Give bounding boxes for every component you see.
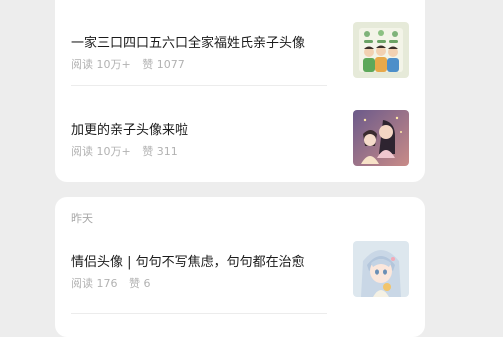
- article-title: 一家三口四口五六口全家福姓氏亲子头像: [71, 36, 306, 51]
- read-count: 阅读 10万+: [71, 58, 131, 71]
- article-item[interactable]: 加更的亲子头像来啦 阅读 10万+ 赞 311: [55, 93, 425, 166]
- like-count: 赞 1077: [142, 58, 185, 71]
- article-item[interactable]: 一家三口四口五六口全家福姓氏亲子头像 阅读 10万+ 赞 1077: [55, 6, 425, 86]
- article-divider: [71, 85, 327, 86]
- article-thumbnail[interactable]: [353, 110, 409, 166]
- like-count: 赞 311: [142, 145, 178, 158]
- article-title: 加更的亲子头像来啦: [71, 123, 189, 138]
- article-thumbnail[interactable]: [353, 22, 409, 78]
- mother-child-image: [353, 110, 409, 166]
- article-stats: 阅读 176 赞 6: [71, 275, 151, 291]
- article-title: 情侣头像 | 句句不写焦虑，句句都在治愈: [71, 255, 305, 270]
- family-cartoon-image: [353, 22, 409, 78]
- date-section-label: 昨天: [71, 212, 93, 225]
- article-thumbnail[interactable]: [353, 241, 409, 297]
- article-stats: 阅读 10万+ 赞 1077: [71, 56, 185, 72]
- read-count: 阅读 10万+: [71, 145, 131, 158]
- article-divider: [71, 313, 327, 314]
- article-group-card: 一家三口四口五六口全家福姓氏亲子头像 阅读 10万+ 赞 1077 加更的亲子头…: [55, 0, 425, 182]
- article-item[interactable]: 情侣头像 | 句句不写焦虑，句句都在治愈 阅读 176 赞 6: [55, 227, 425, 314]
- article-stats: 阅读 10万+ 赞 311: [71, 143, 178, 159]
- read-count: 阅读 176: [71, 277, 118, 290]
- article-group-card: 昨天 情侣头像 | 句句不写焦虑，句句都在治愈 阅读 176 赞 6: [55, 197, 425, 337]
- anime-girl-image: [353, 241, 409, 297]
- like-count: 赞 6: [129, 277, 151, 290]
